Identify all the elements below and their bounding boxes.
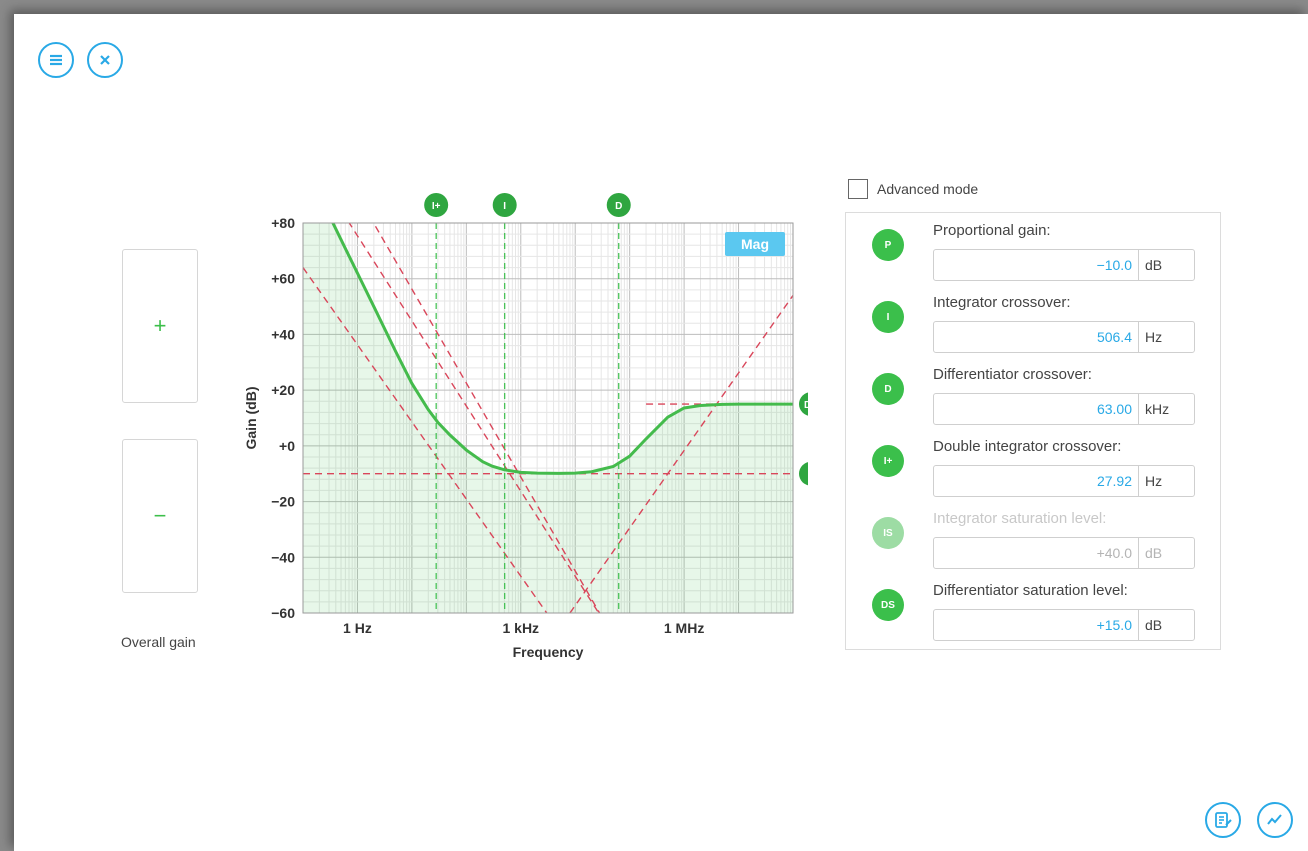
- y-tick-label: −40: [271, 549, 295, 565]
- trend-chart-icon[interactable]: [1257, 802, 1293, 838]
- marker-badge-label: D: [615, 201, 622, 212]
- param-differentiator-saturation: DS Differentiator saturation level: +15.…: [846, 573, 1220, 643]
- param-label: Integrator crossover:: [933, 294, 1071, 311]
- param-double-integrator-crossover: I+ Double integrator crossover: 27.92 Hz: [846, 429, 1220, 499]
- y-tick-label: −20: [271, 494, 295, 510]
- differentiator-crossover-field[interactable]: 63.00 kHz: [933, 393, 1195, 425]
- field-unit: dB: [1138, 538, 1194, 568]
- parameter-panel: P Proportional gain: −10.0 dB I Integrat…: [845, 212, 1221, 650]
- field-value[interactable]: −10.0: [934, 250, 1138, 280]
- x-tick-label: 1 Hz: [343, 620, 372, 636]
- y-axis-label: Gain (dB): [243, 387, 259, 450]
- field-unit: dB: [1138, 610, 1194, 640]
- badge-is: IS: [872, 517, 904, 549]
- overall-gain-label: Overall gain: [121, 634, 196, 650]
- param-label: Differentiator saturation level:: [933, 582, 1128, 599]
- field-value[interactable]: +15.0: [934, 610, 1138, 640]
- param-label: Double integrator crossover:: [933, 438, 1122, 455]
- plus-label: +: [153, 313, 167, 338]
- field-value[interactable]: 506.4: [934, 322, 1138, 352]
- param-label: Proportional gain:: [933, 222, 1051, 239]
- badge-p[interactable]: P: [872, 229, 904, 261]
- y-tick-label: +80: [271, 215, 295, 231]
- field-unit: kHz: [1138, 394, 1194, 424]
- badge-ds[interactable]: DS: [872, 589, 904, 621]
- field-unit: dB: [1138, 250, 1194, 280]
- field-value[interactable]: 27.92: [934, 466, 1138, 496]
- marker-badge-label: I: [503, 201, 506, 212]
- advanced-mode-toggle[interactable]: Advanced mode: [848, 179, 978, 199]
- marker-badge-p[interactable]: [799, 462, 808, 486]
- advanced-mode-label: Advanced mode: [877, 181, 979, 197]
- integrator-saturation-field: +40.0 dB: [933, 537, 1195, 569]
- y-tick-label: +40: [271, 326, 295, 342]
- y-tick-label: +0: [279, 438, 295, 454]
- x-tick-label: 1 kHz: [502, 620, 539, 636]
- param-label: Differentiator crossover:: [933, 366, 1092, 383]
- badge-i[interactable]: I: [872, 301, 904, 333]
- x-axis-label: Frequency: [513, 644, 584, 660]
- integrator-crossover-field[interactable]: 506.4 Hz: [933, 321, 1195, 353]
- x-tick-label: 1 MHz: [664, 620, 704, 636]
- minus-label: −: [153, 503, 167, 528]
- double-integrator-crossover-field[interactable]: 27.92 Hz: [933, 465, 1195, 497]
- app-window: + − Overall gain +80 +60 +40 +20 +0 −20 −40 −60…: [14, 14, 1308, 851]
- param-integrator-saturation: IS Integrator saturation level: +40.0 dB: [846, 501, 1220, 571]
- proportional-gain-field[interactable]: −10.0 dB: [933, 249, 1195, 281]
- field-value[interactable]: 63.00: [934, 394, 1138, 424]
- y-tick-label: +60: [271, 271, 295, 287]
- differentiator-saturation-field[interactable]: +15.0 dB: [933, 609, 1195, 641]
- param-integrator-crossover: I Integrator crossover: 506.4 Hz: [846, 285, 1220, 355]
- field-unit: Hz: [1138, 466, 1194, 496]
- badge-i-plus[interactable]: I+: [872, 445, 904, 477]
- marker-badge-label: I+: [432, 201, 441, 212]
- field-value: +40.0: [1096, 545, 1132, 561]
- param-proportional-gain: P Proportional gain: −10.0 dB: [846, 213, 1220, 283]
- param-differentiator-crossover: D Differentiator crossover: 63.00 kHz: [846, 357, 1220, 427]
- gain-increase-button[interactable]: +: [122, 249, 198, 403]
- bode-magnitude-chart[interactable]: +80 +60 +40 +20 +0 −20 −40 −60 1 Hz 1 kHz 1 MHz Fre…: [228, 190, 808, 680]
- gain-decrease-button[interactable]: −: [122, 439, 198, 593]
- hamburger-icon[interactable]: [38, 42, 74, 78]
- y-tick-label: +20: [271, 382, 295, 398]
- close-icon[interactable]: [87, 42, 123, 78]
- mag-button-label[interactable]: Mag: [741, 236, 769, 252]
- marker-badge-label: DS: [804, 400, 808, 411]
- badge-d[interactable]: D: [872, 373, 904, 405]
- report-edit-icon[interactable]: [1205, 802, 1241, 838]
- advanced-mode-checkbox[interactable]: [848, 179, 868, 199]
- param-label: Integrator saturation level:: [933, 510, 1107, 527]
- y-tick-label: −60: [271, 605, 295, 621]
- field-unit: Hz: [1138, 322, 1194, 352]
